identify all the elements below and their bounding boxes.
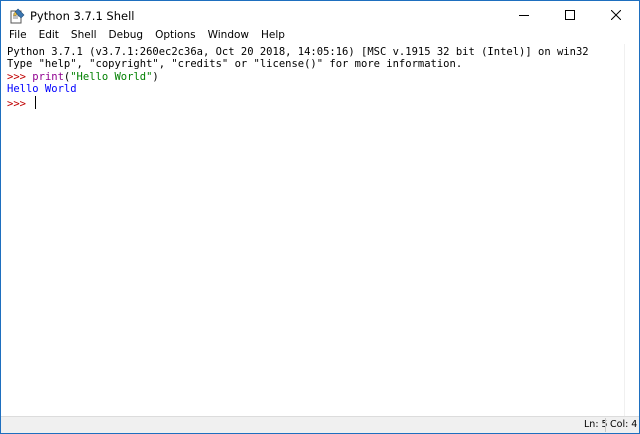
python-idle-icon[interactable] <box>9 8 25 24</box>
menu-window[interactable]: Window <box>202 27 255 44</box>
maximize-icon <box>565 9 575 23</box>
menu-shell[interactable]: Shell <box>65 27 103 44</box>
menu-help[interactable]: Help <box>255 27 291 44</box>
menu-bar: File Edit Shell Debug Options Window Hel… <box>1 27 639 44</box>
command-string: "Hello World" <box>70 71 153 83</box>
output-line: Hello World <box>7 83 77 95</box>
window-title: Python 3.7.1 Shell <box>30 9 135 23</box>
status-column-number: Col: 4 <box>610 419 638 430</box>
banner-line-help: Type "help", "copyright", "credits" or "… <box>7 58 463 70</box>
minimize-icon <box>519 9 529 23</box>
banner-line-version: Python 3.7.1 (v3.7.1:260ec2c36a, Oct 20 … <box>7 46 589 58</box>
prompt: >>> <box>7 71 33 83</box>
shell-text-area[interactable]: Python 3.7.1 (v3.7.1:260ec2c36a, Oct 20 … <box>1 44 624 416</box>
menu-file[interactable]: File <box>3 27 33 44</box>
vertical-scrollbar[interactable] <box>624 44 639 416</box>
status-bar: Ln: 5 Col: 4 <box>1 416 639 433</box>
current-prompt: >>> <box>7 98 33 110</box>
current-prompt-line[interactable]: >>> <box>7 96 37 110</box>
command-close-paren: ) <box>152 71 159 83</box>
close-icon <box>610 9 622 23</box>
status-divider <box>605 418 606 432</box>
command-builtin: print <box>32 71 64 83</box>
command-line: >>> print("Hello World") <box>7 71 159 83</box>
idle-shell-window: Python 3.7.1 Shell File Edit Shell Debug… <box>0 0 640 434</box>
menu-options[interactable]: Options <box>149 27 202 44</box>
menu-debug[interactable]: Debug <box>103 27 150 44</box>
menu-edit[interactable]: Edit <box>33 27 65 44</box>
text-cursor <box>35 96 37 109</box>
